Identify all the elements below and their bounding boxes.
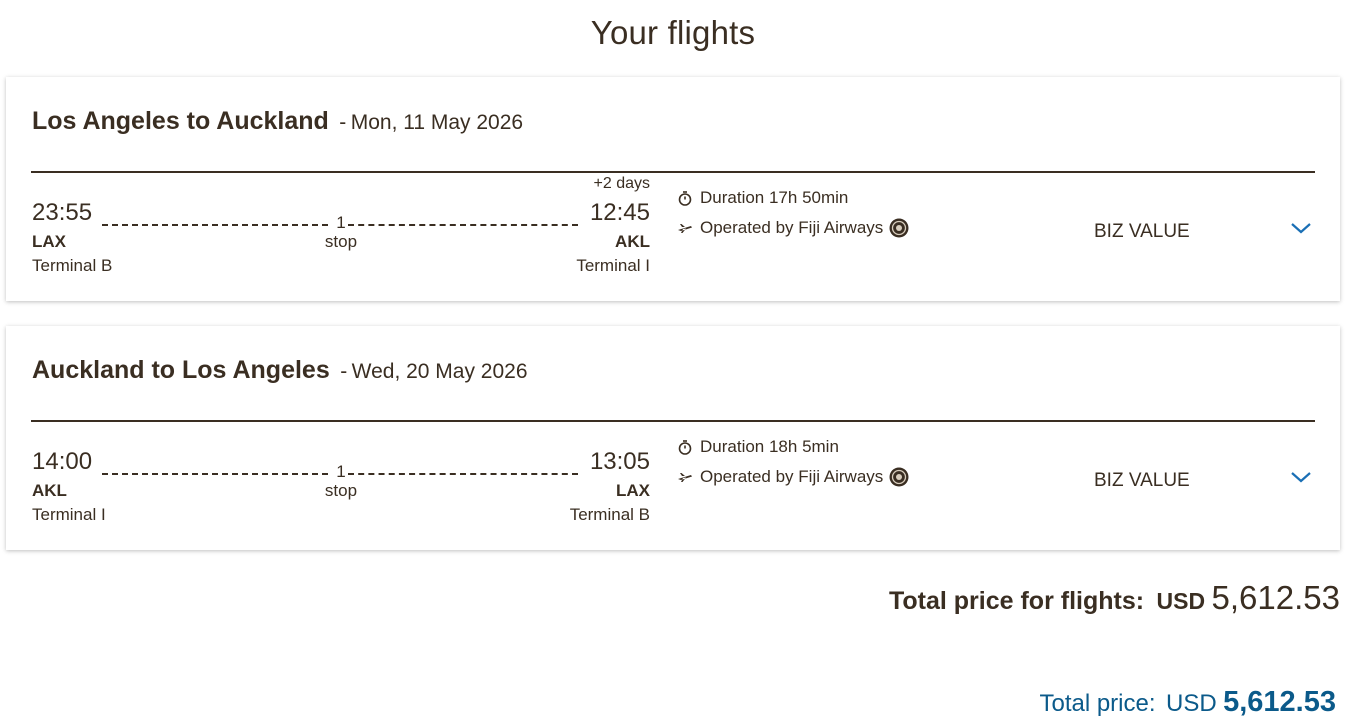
plane-icon bbox=[676, 468, 694, 486]
flight-date: Wed, 20 May 2026 bbox=[351, 360, 528, 383]
route-title: Los Angeles to Auckland bbox=[32, 107, 329, 135]
route-separator: - bbox=[339, 111, 347, 134]
operator-info: Operated by Fiji Airways bbox=[676, 218, 909, 238]
route-line bbox=[348, 473, 578, 475]
departure-terminal: Terminal I bbox=[32, 505, 106, 524]
route-line bbox=[348, 224, 578, 226]
page-title: Your flights bbox=[590, 14, 756, 51]
fiji-airways-logo bbox=[889, 467, 909, 487]
total-flights-currency: USD bbox=[1156, 588, 1206, 614]
cabin-class: BIZ VALUE bbox=[1094, 221, 1190, 242]
operated-by-text: Operated by Fiji Airways bbox=[700, 467, 884, 486]
departure-airport-code: AKL bbox=[32, 481, 67, 500]
duration-info: Duration 17h 50min bbox=[676, 188, 848, 208]
total-price-flights: Total price for flights: USD 5,612.53 bbox=[889, 579, 1340, 617]
divider bbox=[31, 420, 1315, 422]
duration-text: Duration 18h 5min bbox=[700, 437, 839, 456]
stopwatch-icon bbox=[676, 189, 694, 207]
operator-info: Operated by Fiji Airways bbox=[676, 467, 909, 487]
duration-text: Duration 17h 50min bbox=[700, 188, 849, 207]
departure-time: 23:55 bbox=[32, 199, 93, 226]
departure-time: 14:00 bbox=[32, 448, 93, 475]
route-separator: - bbox=[340, 360, 348, 383]
total-price-amount: 5,612.53 bbox=[1223, 686, 1336, 718]
stops-label: stop bbox=[324, 232, 358, 251]
arrival-time: 13:05 bbox=[589, 448, 650, 475]
stops-count: 1 bbox=[336, 462, 346, 481]
operated-by-text: Operated by Fiji Airways bbox=[700, 218, 884, 237]
arrival-terminal: Terminal B bbox=[569, 505, 650, 524]
stops-count: 1 bbox=[336, 213, 346, 232]
route-title: Auckland to Los Angeles bbox=[32, 356, 330, 384]
total-flights-amount: 5,612.53 bbox=[1211, 579, 1340, 616]
divider bbox=[31, 171, 1315, 173]
total-price-currency: USD bbox=[1165, 690, 1217, 717]
chevron-down-icon[interactable] bbox=[1290, 220, 1312, 236]
day-offset: +2 days bbox=[593, 175, 650, 192]
stops-label: stop bbox=[324, 481, 358, 500]
flight-card-return[interactable]: Auckland to Los Angeles - Wed, 20 May 20… bbox=[6, 326, 1340, 550]
chevron-down-icon[interactable] bbox=[1290, 469, 1312, 485]
arrival-terminal: Terminal I bbox=[576, 256, 650, 275]
departure-terminal: Terminal B bbox=[32, 256, 113, 275]
arrival-airport-code: AKL bbox=[615, 232, 650, 251]
arrival-airport-code: LAX bbox=[616, 481, 650, 500]
route-line bbox=[102, 473, 328, 475]
fiji-airways-logo bbox=[889, 218, 909, 238]
route-line bbox=[102, 224, 328, 226]
duration-info: Duration 18h 5min bbox=[676, 437, 839, 457]
departure-airport-code: LAX bbox=[32, 232, 66, 251]
plane-icon bbox=[676, 219, 694, 237]
flight-header: Auckland to Los Angeles - Wed, 20 May 20… bbox=[32, 356, 528, 385]
arrival-time: 12:45 bbox=[589, 199, 650, 226]
total-price-label: Total price: bbox=[1039, 690, 1156, 717]
total-price: Total price: USD 5,612.53 bbox=[1039, 686, 1336, 719]
flight-header: Los Angeles to Auckland - Mon, 11 May 20… bbox=[32, 107, 523, 136]
flight-date: Mon, 11 May 2026 bbox=[350, 111, 524, 134]
cabin-class: BIZ VALUE bbox=[1094, 470, 1190, 491]
flight-card-outbound[interactable]: Los Angeles to Auckland - Mon, 11 May 20… bbox=[6, 77, 1340, 301]
stopwatch-icon bbox=[676, 438, 694, 456]
total-flights-label: Total price for flights: bbox=[888, 587, 1145, 615]
